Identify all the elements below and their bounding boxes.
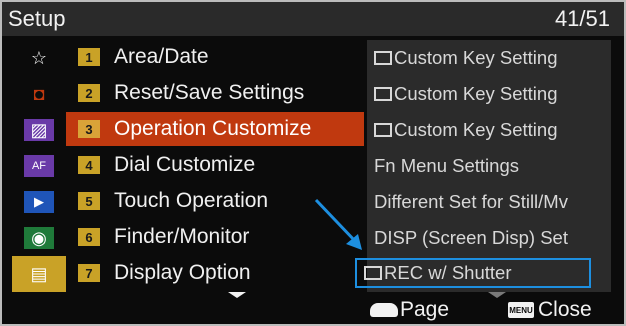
menu-item-area-date[interactable]: 1 Area/Date [66,40,364,74]
page-label: Page [400,298,450,321]
category-tab-star[interactable]: ☆ [12,40,66,76]
submenu-item-photo-custom-key[interactable]: Custom Key Setting [367,40,611,76]
menu-item-label: Finder/Monitor [114,225,250,248]
category-tab-af-mf[interactable]: AF [12,148,66,184]
menu-item-label: Dial Customize [114,153,256,176]
menu-item-reset-save[interactable]: 2 Reset/Save Settings [66,76,364,110]
submenu-item-different-set[interactable]: Different Set for Still/Mv [367,184,611,220]
category-tab-setup[interactable]: ▤ [12,256,66,292]
submenu-item-label: Custom Key Setting [394,47,558,68]
scroll-down-icon [228,292,246,298]
menu-item-display-option[interactable]: 7 Display Option [66,256,364,290]
menu-item-number: 2 [78,84,100,102]
network-icon: ◉ [24,227,54,249]
menu-item-number: 6 [78,228,100,246]
menu-item-label: Display Option [114,261,251,284]
menu-item-number: 4 [78,156,100,174]
star-icon: ☆ [30,47,48,68]
page-indicator: 41/51 [554,6,610,31]
menu-item-number: 3 [78,120,100,138]
menu-title: Setup [8,6,66,31]
setup-menu-list: 1 Area/Date 2 Reset/Save Settings 3 Oper… [66,40,366,292]
menu-item-label: Area/Date [114,45,209,68]
movie-icon [374,87,392,101]
submenu-item-label: DISP (Screen Disp) Set [374,227,568,248]
category-tab-network[interactable]: ◉ [12,220,66,256]
image-icon: ▨ [24,119,54,141]
submenu-item-label: Custom Key Setting [394,83,558,104]
menu-button-icon: MENU [508,302,534,318]
menu-item-label: Touch Operation [114,189,269,212]
submenu-list: Custom Key Setting Custom Key Setting Cu… [355,40,611,292]
submenu-item-label: Fn Menu Settings [374,155,519,176]
close-label: Close [538,298,592,321]
submenu-item-playback-custom-key[interactable]: Custom Key Setting [367,112,611,148]
movie-icon [364,266,382,280]
menu-item-operation-customize[interactable]: 3 Operation Customize [66,112,364,146]
menu-item-number: 1 [78,48,100,66]
menu-item-number: 5 [78,192,100,210]
toolbox-icon: ▤ [30,263,48,284]
af-mf-icon: AF [24,155,54,177]
control-wheel-icon [370,303,398,317]
photo-icon [374,51,392,65]
submenu-scroll-down-icon [488,292,506,298]
submenu-item-label: REC w/ Shutter [384,262,512,283]
menu-item-number: 7 [78,264,100,282]
playback-icon [374,123,392,137]
menu-item-label: Operation Customize [114,117,312,140]
menu-item-dial-customize[interactable]: 4 Dial Customize [66,148,364,182]
submenu-item-rec-w-shutter[interactable]: REC w/ Shutter [355,258,591,288]
submenu-item-movie-custom-key[interactable]: Custom Key Setting [367,76,611,112]
camera-menu-screen: Setup 41/51 ☆ ◘ ▨ AF ▶ ◉ ▤ 1 Area/Date 2… [0,0,626,326]
submenu-item-label: Custom Key Setting [394,119,558,140]
category-tab-playback[interactable]: ▶ [12,184,66,220]
menu-item-label: Reset/Save Settings [114,81,305,104]
camera-icon: ◘ [33,83,45,104]
pointer-arrow-icon [314,198,362,250]
category-tab-image[interactable]: ▨ [12,112,66,148]
category-tab-camera[interactable]: ◘ [12,76,66,112]
menu-header: Setup 41/51 [2,2,624,36]
close-button[interactable]: MENU Close [508,298,592,322]
submenu-item-label: Different Set for Still/Mv [374,191,568,212]
page-button[interactable]: Page [370,298,449,322]
footer-bar: Page MENU Close [2,292,624,324]
category-tabs: ☆ ◘ ▨ AF ▶ ◉ ▤ [12,40,66,292]
playback-icon: ▶ [24,191,54,213]
submenu-item-disp-set[interactable]: DISP (Screen Disp) Set [367,220,611,256]
submenu-item-fn-menu[interactable]: Fn Menu Settings [367,148,611,184]
